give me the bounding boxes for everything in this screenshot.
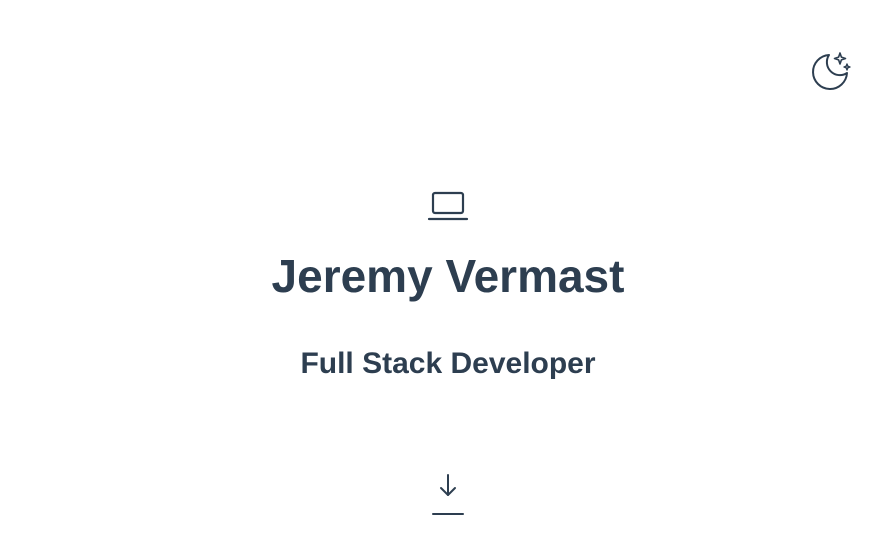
- scroll-down-button[interactable]: [426, 470, 470, 522]
- theme-toggle-button[interactable]: [806, 49, 854, 95]
- arrow-down-to-line-icon: [426, 470, 470, 522]
- hero-name: Jeremy Vermast: [271, 250, 625, 302]
- hero-role: Full Stack Developer: [300, 347, 596, 380]
- laptop-icon: [426, 188, 470, 224]
- moon-stars-icon: [807, 49, 853, 95]
